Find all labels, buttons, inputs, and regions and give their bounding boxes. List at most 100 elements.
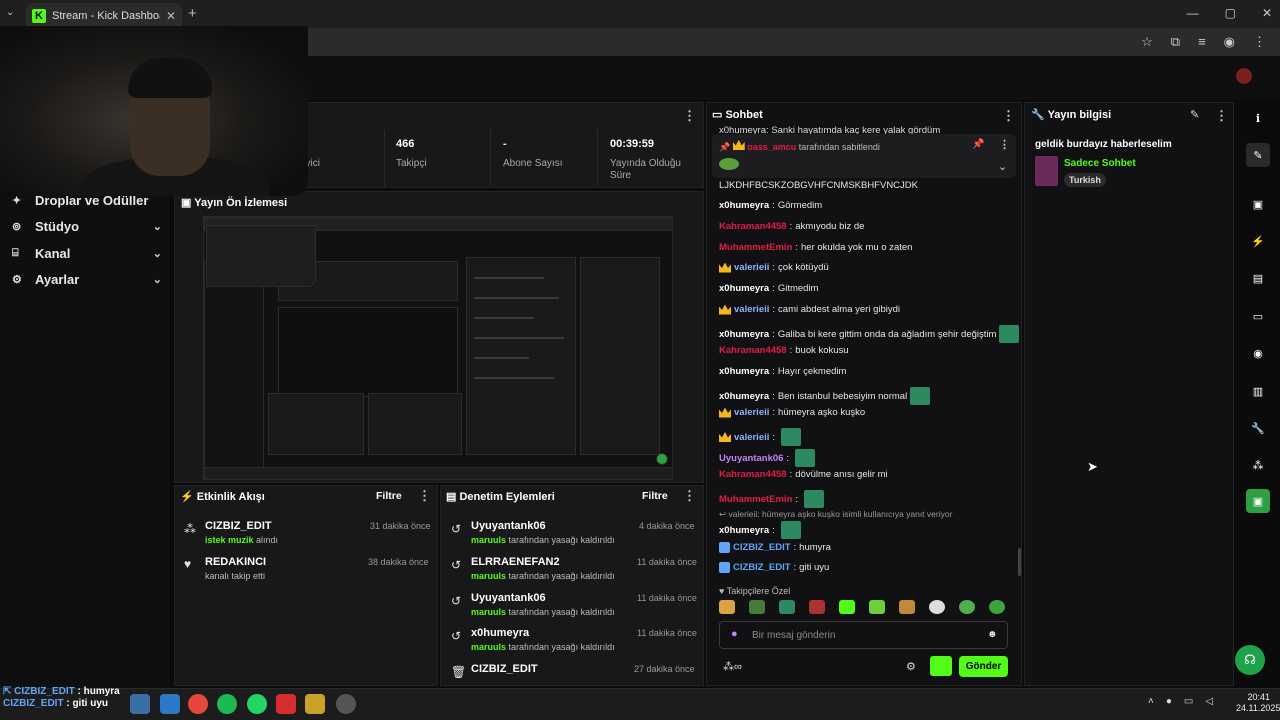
chevron-up-icon[interactable]: ˄ [1148,696,1154,707]
app-icon[interactable] [305,694,325,714]
chat-username[interactable]: x0humeyra [719,525,769,536]
activity-user[interactable]: CIZBIZ_EDIT [205,520,272,532]
chat-username[interactable]: valerieii [734,262,769,273]
chat-message[interactable]: valerieii: cami abdest alma yeri gibiydi [719,304,900,315]
activity-user[interactable]: REDAKINCI [205,556,266,568]
moderation-user[interactable]: ELRRAENEFAN2 [471,556,560,568]
chat-message[interactable]: x0humeyra: Galiba bi kere gittim onda da … [719,325,1020,343]
chat-message[interactable]: valerieii: hümeyra aşko kuşko [719,407,865,418]
new-tab-button[interactable]: + [188,5,197,22]
emote-icon[interactable] [899,600,915,614]
pinned-menu-icon[interactable]: ⋮ [999,138,1010,151]
close-window-button[interactable]: ✕ [1262,6,1272,20]
tag-badge[interactable]: Turkish [1064,173,1106,187]
kick-emote-icon[interactable] [930,656,952,676]
chat-message[interactable]: CIZBIZ_EDIT: humyra [719,542,831,553]
chat-message[interactable]: valerieii: [719,428,802,446]
chat-username[interactable]: Kahraman4458 [719,221,787,232]
broadcast-icon[interactable]: ◉ [1246,341,1270,365]
pencil-icon[interactable]: ✎ [1246,143,1270,167]
chat-username[interactable]: MuhammetEmin [719,242,792,253]
emote-icon[interactable] [779,600,795,614]
chat-message[interactable]: Uyuyantank06: [719,449,816,467]
kick-extension-icon[interactable]: ▣ [1246,489,1270,513]
volume-icon[interactable]: ◁ [1205,696,1213,707]
bookmark-star-icon[interactable]: ☆ [1141,34,1153,50]
extensions-icon[interactable]: ⧉ [1171,34,1180,50]
camera-icon[interactable]: ▣ [1246,192,1270,216]
chat-message[interactable]: valerieii: çok kötüydü [719,262,829,273]
app-icon[interactable] [160,694,180,714]
chevron-down-icon[interactable]: ⌄ [998,160,1007,173]
activity-filter-button[interactable]: Filtre [376,490,402,502]
category-thumbnail[interactable] [1035,156,1058,186]
moderation-filter-button[interactable]: Filtre [642,490,668,502]
emote-icon[interactable] [719,600,735,614]
clock[interactable]: 20:41 24.11.2025 [1236,692,1280,714]
sidebar-item-channel[interactable]: ⌸ Kanal ⌄ [12,246,162,261]
emoji-icon[interactable]: ☻ [987,629,998,640]
chat-message[interactable]: x0humeyra: Gitmedim [719,283,818,294]
chat-username[interactable]: x0humeyra [719,200,769,211]
chat-username[interactable]: x0humeyra [719,366,769,377]
chat-username[interactable]: MuhammetEmin [719,494,792,505]
display-icon[interactable]: ▭ [1184,696,1193,707]
chat-username[interactable]: valerieii [734,407,769,418]
chat-message[interactable]: MuhammetEmin: [719,490,825,508]
chat-message[interactable]: x0humeyra: [719,521,801,539]
chat-username[interactable]: x0humeyra [719,283,769,294]
chat-message[interactable]: x0humeyra: Görmedim [719,200,822,211]
activity-menu-icon[interactable]: ⋮ [418,488,431,504]
chat-username[interactable]: x0humeyra [719,391,769,402]
chat-scrollbar[interactable] [1018,548,1021,576]
chat-username[interactable]: x0humeyra [719,329,769,340]
chat-username[interactable]: Kahraman4458 [719,345,787,356]
send-button[interactable]: Gönder [959,656,1008,677]
moderation-user[interactable]: x0humeyra [471,627,529,639]
whatsapp-icon[interactable] [247,694,267,714]
emote-icon[interactable] [989,600,1005,614]
unpin-icon[interactable]: 📌 [972,139,984,150]
emote-icon[interactable] [749,600,765,614]
emote-icon[interactable] [839,600,855,614]
microphone-icon[interactable]: ● [1166,696,1172,707]
document-icon[interactable]: ▤ [1246,266,1270,290]
file-explorer-icon[interactable] [130,694,150,714]
chat-icon[interactable]: ▭ [1246,304,1270,328]
chat-username[interactable]: CIZBIZ_EDIT [733,542,791,553]
chat-message[interactable]: Kahraman4458: dövülme anısı gelir mi [719,469,888,480]
moderation-user[interactable]: Uyuyantank06 [471,520,546,532]
category-link[interactable]: Sadece Sohbet [1064,158,1136,169]
chat-menu-icon[interactable]: ⋮ [1002,108,1015,124]
minimize-button[interactable]: — [1187,6,1199,20]
profile-icon[interactable]: ◉ [1224,34,1235,50]
chat-username[interactable]: valerieii [734,304,769,315]
emote-icon[interactable] [959,600,975,614]
sidebar-item-settings[interactable]: ⚙ Ayarlar ⌄ [12,272,162,287]
user-avatar[interactable] [1236,68,1252,84]
info-menu-icon[interactable]: ⋮ [1215,108,1228,124]
stats-menu-icon[interactable]: ⋮ [683,108,696,124]
maximize-button[interactable]: ▢ [1225,6,1236,20]
community-icon[interactable]: ⁂∞ [723,660,742,673]
emote-icon[interactable] [809,600,825,614]
chat-username[interactable]: valerieii [734,432,769,443]
chat-message[interactable]: Kahraman4458: buok kokusu [719,345,849,356]
wrench-icon[interactable]: 🔧 [1246,416,1270,440]
address-bar[interactable] [300,31,1160,53]
emote-icon[interactable] [869,600,885,614]
gear-icon[interactable]: ⚙ [906,660,916,673]
support-button[interactable]: ☊ [1235,645,1265,675]
layout-icon[interactable]: ▥ [1246,379,1270,403]
stream-preview[interactable] [203,216,673,480]
close-tab-icon[interactable]: ✕ [166,9,176,23]
sidebar-item-studio[interactable]: ⊚ Stüdyo ⌄ [12,219,162,234]
spotify-icon[interactable] [217,694,237,714]
chat-username[interactable]: Kahraman4458 [719,469,787,480]
chat-message[interactable]: Kahraman4458: akmıyodu biz de [719,221,864,232]
moderation-user[interactable]: Uyuyantank06 [471,592,546,604]
community-icon[interactable]: ⁂ [1246,453,1270,477]
chat-message[interactable]: MuhammetEmin: her okulda yok mu o zaten [719,242,912,253]
chat-message[interactable]: x0humeyra: Hayır çekmedim [719,366,846,377]
chat-message[interactable]: x0humeyra: Ben istanbul bebesiyim normal [719,387,931,405]
